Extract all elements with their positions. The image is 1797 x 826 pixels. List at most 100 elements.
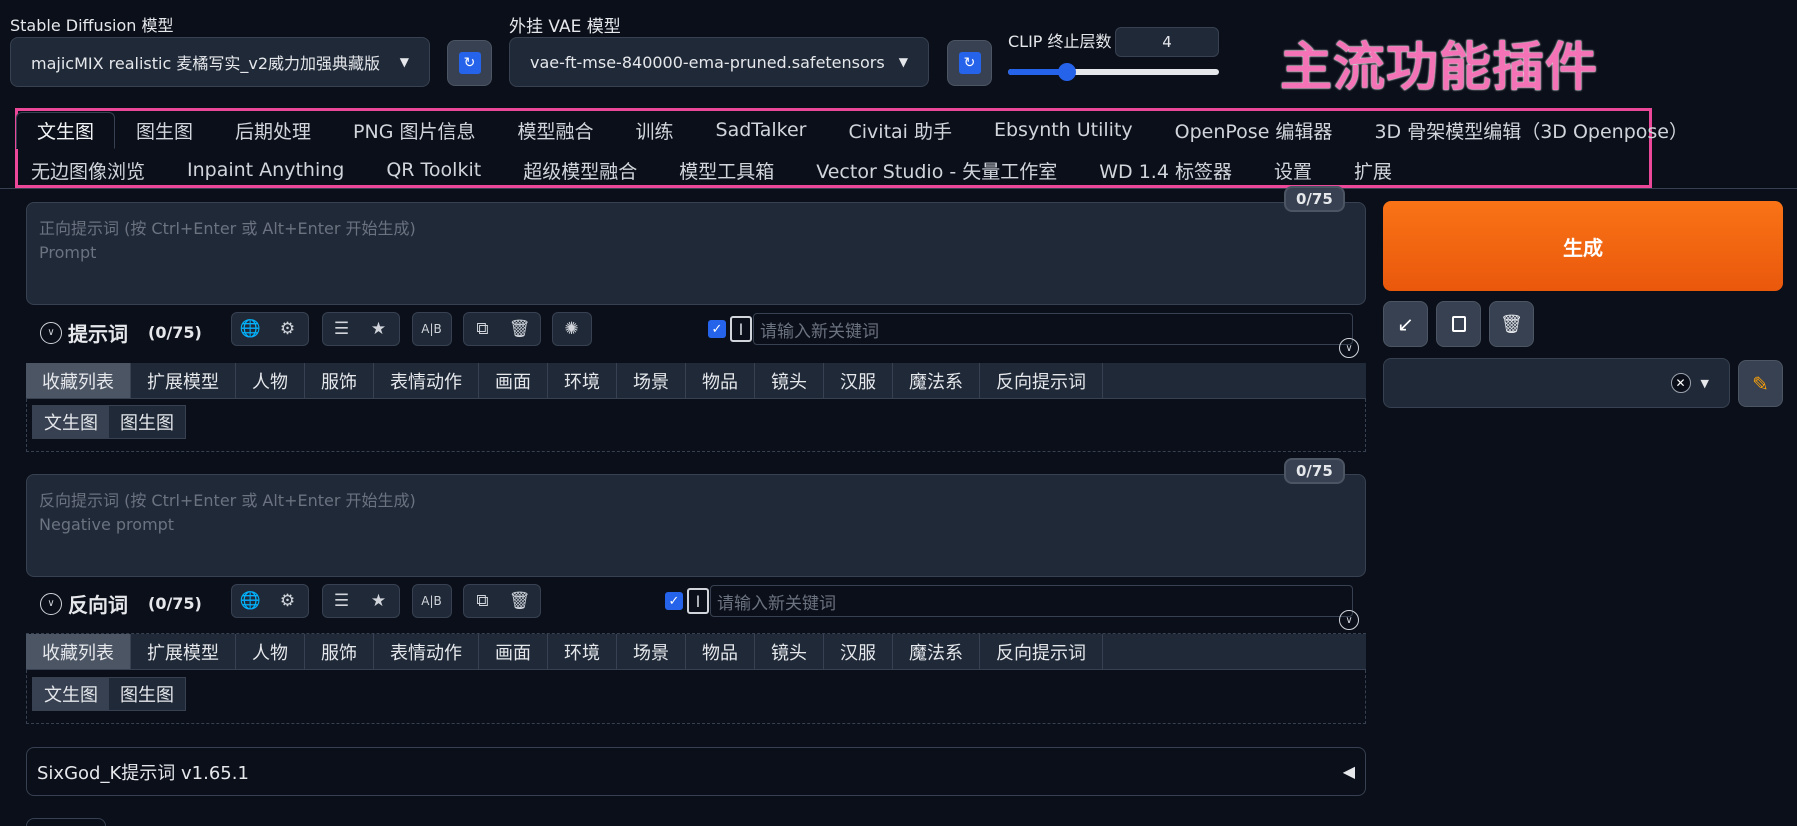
negative-subtab-0[interactable]: 文生图 [33, 678, 109, 710]
translate-globe-icon[interactable]: 🌐 [232, 319, 269, 339]
collapse-icon: ∨ [40, 592, 62, 615]
prompt-category-1[interactable]: 扩展模型 [131, 363, 236, 398]
tab-row2-0[interactable]: 无边图像浏览 [10, 157, 166, 184]
prompt-category-4[interactable]: 表情动作 [374, 363, 479, 398]
sd-model-dropdown[interactable]: majicMIX realistic 麦橘写实_v2威力加强典藏版 ▼ [10, 37, 430, 87]
trash-icon[interactable]: 🗑 [501, 591, 538, 611]
history-list-icon[interactable]: ☰ [323, 591, 360, 611]
negative-category-11[interactable]: 魔法系 [893, 634, 980, 669]
tab-5[interactable]: 训练 [615, 117, 695, 144]
clear-x-icon[interactable]: ✕ [1670, 373, 1691, 393]
negative-section-header[interactable]: ∨ 反向词 (0/75) [40, 589, 202, 618]
translate-ab-icon[interactable]: A|B [413, 322, 450, 336]
prompt-category-bar: 收藏列表 扩展模型 人物 服饰 表情动作 画面 环境 场景 物品 镜头 汉服 魔法系 反向提示词 [26, 363, 1366, 399]
prompt-category-0[interactable]: 收藏列表 [26, 363, 131, 398]
prompt-category-3[interactable]: 服饰 [305, 363, 374, 398]
tab-row2-8[interactable]: 扩展 [1333, 157, 1413, 184]
refresh-icon: ↻ [458, 52, 481, 74]
trash-button[interactable]: 🗑 [1489, 301, 1534, 347]
prompt-category-5[interactable]: 画面 [479, 363, 548, 398]
settings-gear-icon[interactable]: ⚙ [269, 319, 306, 339]
negative-keyword-input[interactable]: 请输入新关键词 [710, 585, 1353, 617]
prompt-expand-icon[interactable]: ∨ [1339, 338, 1359, 358]
vae-dropdown[interactable]: vae-ft-mse-840000-ema-pruned.safetensors… [509, 37, 929, 87]
negative-keyword-checkbox[interactable]: ✓ [665, 592, 683, 610]
tab-7[interactable]: Civitai 助手 [828, 117, 973, 144]
tab-10[interactable]: 3D 骨架模型编辑（3D Openpose） [1353, 117, 1709, 144]
tab-row2-3[interactable]: 超级模型融合 [502, 157, 658, 184]
clip-value-input[interactable]: 4 [1115, 27, 1219, 57]
negative-category-0[interactable]: 收藏列表 [26, 634, 131, 669]
tab-row2-7[interactable]: 设置 [1253, 157, 1333, 184]
negative-placeholder: 反向提示词 (按 Ctrl+Enter 或 Alt+Enter 开始生成) [39, 491, 416, 510]
prompt-token-counter: 0/75 [1284, 186, 1345, 212]
trash-icon[interactable]: 🗑 [501, 319, 538, 339]
tab-row2-5[interactable]: Vector Studio - 矢量工作室 [795, 157, 1078, 184]
tab-1[interactable]: 图生图 [115, 117, 214, 144]
negative-category-7[interactable]: 场景 [617, 634, 686, 669]
history-list-icon[interactable]: ☰ [323, 319, 360, 339]
negative-category-2[interactable]: 人物 [236, 634, 305, 669]
translate-ab-icon[interactable]: A|B [413, 594, 450, 608]
extension-accordion[interactable]: SixGod_K提示词 v1.65.1 ◀ [26, 747, 1366, 796]
tab-row2-2[interactable]: QR Toolkit [365, 159, 502, 181]
tab-0[interactable]: 文生图 [16, 111, 116, 149]
bookmark-icon[interactable]: ★ [360, 591, 397, 611]
tab-8[interactable]: Ebsynth Utility [973, 119, 1154, 141]
negative-textarea[interactable]: 反向提示词 (按 Ctrl+Enter 或 Alt+Enter 开始生成) Ne… [26, 474, 1366, 577]
prompt-tools-group-3: A|B [412, 312, 452, 346]
tab-9[interactable]: OpenPose 编辑器 [1154, 117, 1354, 144]
prompt-category-12[interactable]: 反向提示词 [980, 363, 1103, 398]
prompt-category-6[interactable]: 环境 [548, 363, 617, 398]
translate-globe-icon[interactable]: 🌐 [232, 591, 269, 611]
negative-category-9[interactable]: 镜头 [755, 634, 824, 669]
edit-styles-button[interactable]: ✎ [1738, 360, 1783, 407]
bookmark-icon[interactable]: ★ [360, 319, 397, 339]
vae-refresh-button[interactable]: ↻ [947, 40, 992, 86]
prompt-section-title: 提示词 [68, 322, 128, 346]
prompt-keyword-checkbox[interactable]: ✓ [708, 320, 726, 338]
negative-subtabs: 文生图 图生图 [32, 677, 186, 711]
copy-icon[interactable]: ⧉ [464, 591, 501, 611]
negative-category-5[interactable]: 画面 [479, 634, 548, 669]
copy-icon[interactable]: ⧉ [464, 319, 501, 339]
negative-category-10[interactable]: 汉服 [824, 634, 893, 669]
prompt-category-9[interactable]: 镜头 [755, 363, 824, 398]
prompt-subtab-0[interactable]: 文生图 [33, 406, 109, 438]
negative-category-8[interactable]: 物品 [686, 634, 755, 669]
prompt-category-10[interactable]: 汉服 [824, 363, 893, 398]
paste-params-button[interactable]: ↙ [1383, 301, 1428, 347]
prompt-category-2[interactable]: 人物 [236, 363, 305, 398]
prompt-subtab-1[interactable]: 图生图 [109, 406, 185, 438]
settings-gear-icon[interactable]: ⚙ [269, 591, 306, 611]
tab-2[interactable]: 后期处理 [214, 117, 332, 144]
prompt-category-8[interactable]: 物品 [686, 363, 755, 398]
prompt-keyword-input[interactable]: 请输入新关键词 [753, 313, 1353, 345]
tab-6[interactable]: SadTalker [695, 119, 828, 141]
generate-button[interactable]: 生成 [1383, 201, 1783, 291]
tab-4[interactable]: 模型融合 [496, 117, 614, 144]
tab-row2-6[interactable]: WD 1.4 标签器 [1078, 157, 1253, 184]
sd-model-refresh-button[interactable]: ↻ [447, 40, 492, 86]
negative-category-12[interactable]: 反向提示词 [980, 634, 1103, 669]
prompt-category-panel [26, 399, 1366, 452]
clear-button[interactable] [1436, 301, 1481, 347]
clip-slider-thumb[interactable] [1058, 63, 1077, 81]
negative-expand-icon[interactable]: ∨ [1339, 610, 1359, 630]
negative-subtab-1[interactable]: 图生图 [109, 678, 185, 710]
prompt-category-11[interactable]: 魔法系 [893, 363, 980, 398]
tab-row2-1[interactable]: Inpaint Anything [166, 159, 365, 181]
clip-slider[interactable] [1008, 63, 1219, 81]
extension-title: SixGod_K提示词 v1.65.1 [37, 762, 249, 784]
negative-category-3[interactable]: 服饰 [305, 634, 374, 669]
negative-category-4[interactable]: 表情动作 [374, 634, 479, 669]
openai-icon[interactable]: ✺ [553, 319, 590, 339]
tab-row2-4[interactable]: 模型工具箱 [658, 157, 795, 184]
styles-dropdown[interactable]: ✕ ▼ [1383, 358, 1730, 408]
prompt-textarea[interactable]: 正向提示词 (按 Ctrl+Enter 或 Alt+Enter 开始生成) Pr… [26, 202, 1366, 305]
prompt-category-7[interactable]: 场景 [617, 363, 686, 398]
negative-category-1[interactable]: 扩展模型 [131, 634, 236, 669]
negative-category-6[interactable]: 环境 [548, 634, 617, 669]
prompt-section-header[interactable]: ∨ 提示词 (0/75) [40, 318, 202, 347]
tab-3[interactable]: PNG 图片信息 [332, 117, 496, 144]
